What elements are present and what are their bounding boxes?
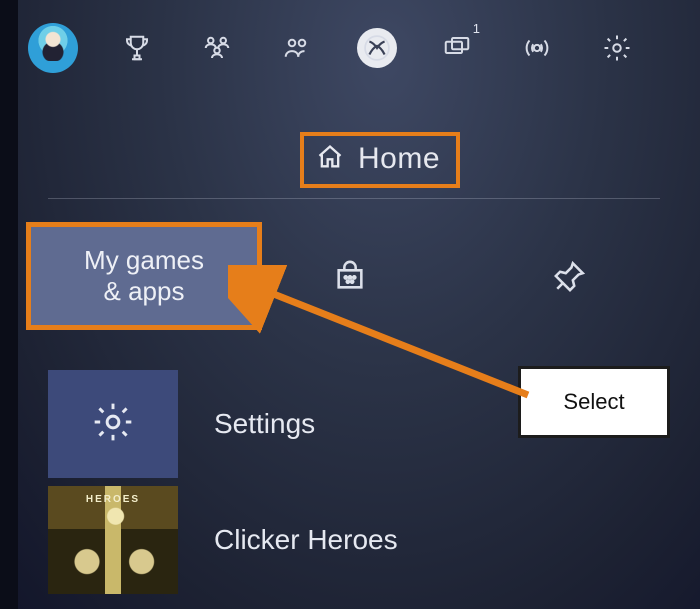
achievements-icon[interactable] [116, 27, 158, 69]
xbox-home-icon[interactable] [356, 27, 398, 69]
annotation-select-label: Select [563, 389, 624, 415]
top-nav-icons: 1 [116, 27, 638, 69]
pin-icon[interactable] [550, 256, 590, 296]
game-row-clicker-heroes[interactable]: Clicker Heroes [48, 486, 398, 594]
my-games-and-apps-label: My games & apps [84, 245, 204, 307]
game-tile-art[interactable] [48, 486, 178, 594]
messages-icon[interactable]: 1 [436, 27, 478, 69]
secondary-tab-icons [330, 256, 590, 296]
settings-tile[interactable] [48, 370, 178, 478]
window-left-edge [0, 0, 18, 609]
home-heading[interactable]: Home [300, 132, 460, 188]
divider [48, 198, 660, 199]
settings-label: Settings [214, 408, 315, 440]
home-label: Home [358, 142, 440, 176]
broadcast-icon[interactable] [516, 27, 558, 69]
messages-badge-count: 1 [473, 21, 480, 36]
gear-icon [91, 400, 135, 449]
settings-icon[interactable] [596, 27, 638, 69]
top-nav-bar: 1 [28, 18, 676, 78]
annotation-select-box: Select [518, 366, 670, 438]
settings-row[interactable]: Settings [48, 370, 315, 478]
community-icon[interactable] [196, 27, 238, 69]
game-label: Clicker Heroes [214, 524, 398, 556]
profile-avatar[interactable] [28, 23, 78, 73]
friends-icon[interactable] [276, 27, 318, 69]
store-icon[interactable] [330, 256, 370, 296]
my-games-and-apps-tile[interactable]: My games & apps [26, 222, 262, 330]
home-icon [316, 143, 344, 176]
